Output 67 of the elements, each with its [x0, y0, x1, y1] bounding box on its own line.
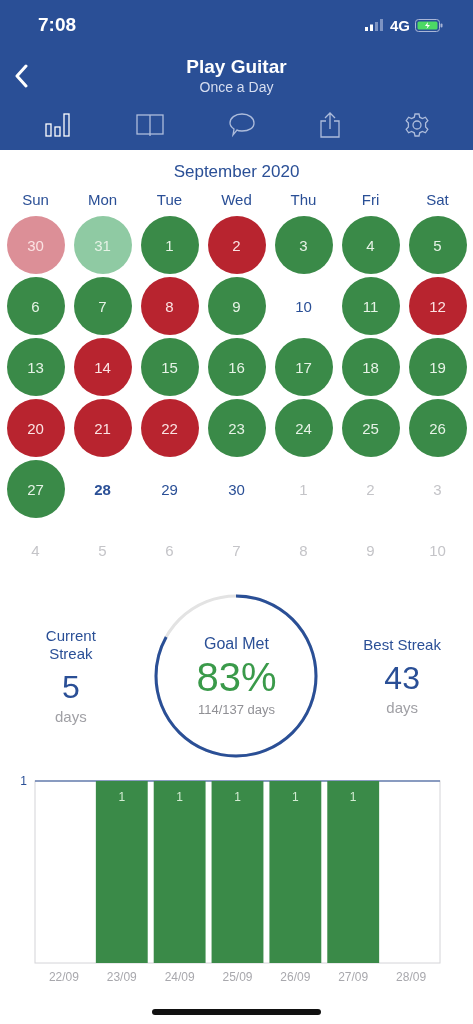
- calendar-day[interactable]: 30: [6, 216, 65, 274]
- calendar-day[interactable]: 24: [274, 399, 333, 457]
- calendar-day[interactable]: 27: [6, 460, 65, 518]
- x-axis-label: 27/09: [338, 970, 369, 983]
- calendar-day[interactable]: 12: [408, 277, 467, 335]
- goal-detail: 114/137 days: [197, 702, 276, 717]
- calendar-day[interactable]: 4: [341, 216, 400, 274]
- bar-value-label: 1: [118, 790, 126, 804]
- calendar-day[interactable]: 30: [207, 460, 266, 518]
- weekday-label: Tue: [155, 190, 184, 210]
- calendar-day[interactable]: 2: [207, 216, 266, 274]
- battery-icon: [415, 18, 443, 32]
- weekday-label: Wed: [220, 190, 253, 210]
- month-title: September 2020: [172, 162, 301, 183]
- weekday-label: Sun: [21, 190, 50, 210]
- calendar-day[interactable]: 14: [73, 338, 132, 396]
- status-time: 7:08: [38, 14, 77, 36]
- bar-value-label: 1: [234, 790, 241, 804]
- calendar-day[interactable]: 8: [140, 277, 199, 335]
- best-streak-unit: days: [385, 699, 419, 716]
- calendar-day[interactable]: 15: [140, 338, 199, 396]
- goal-percent: 83%: [196, 655, 277, 700]
- calendar-day[interactable]: 20: [6, 399, 65, 457]
- x-axis-label: 22/09: [48, 970, 79, 983]
- current-streak-unit: days: [54, 708, 88, 725]
- calendar-day[interactable]: 10: [274, 277, 333, 335]
- calendar-day[interactable]: 29: [140, 460, 199, 518]
- calendar-day[interactable]: 18: [341, 338, 400, 396]
- bar-value-label: 1: [349, 790, 357, 804]
- calendar-day[interactable]: 19: [408, 338, 467, 396]
- best-streak-label: Best Streak: [363, 636, 442, 654]
- goal-label: Goal Met: [204, 635, 269, 653]
- x-axis-label: 25/09: [222, 970, 253, 983]
- network-label: 4G: [390, 16, 410, 34]
- current-streak-label: Current Streak: [44, 627, 97, 663]
- calendar-day[interactable]: 17: [274, 338, 333, 396]
- x-axis-label: 28/09: [396, 970, 427, 983]
- calendar-day[interactable]: 7: [73, 277, 132, 335]
- weekday-label: Thu: [289, 190, 318, 210]
- habit-frequency: Once a Day: [198, 78, 275, 95]
- weekday-label: Mon: [86, 190, 119, 210]
- calendar-day[interactable]: 1: [140, 216, 199, 274]
- signal-icon: [365, 19, 385, 31]
- calendar-day[interactable]: 13: [6, 338, 65, 396]
- calendar-day[interactable]: 26: [408, 399, 467, 457]
- habit-title: Play Guitar: [186, 55, 287, 78]
- x-axis-label: 23/09: [106, 970, 137, 983]
- weekday-label: Sat: [425, 190, 450, 210]
- x-axis-label: 26/09: [280, 970, 311, 983]
- calendar-day[interactable]: 16: [207, 338, 266, 396]
- calendar-day[interactable]: 11: [341, 277, 400, 335]
- calendar-day[interactable]: 3: [274, 216, 333, 274]
- calendar-day[interactable]: 22: [140, 399, 199, 457]
- calendar-day[interactable]: 28: [73, 460, 132, 518]
- bar-value-label: 1: [176, 790, 183, 804]
- weekday-label: Fri: [360, 190, 381, 210]
- calendar-day[interactable]: 21: [73, 399, 132, 457]
- calendar-day[interactable]: 23: [207, 399, 266, 457]
- current-streak-value: 5: [60, 669, 81, 706]
- calendar-day[interactable]: 6: [6, 277, 65, 335]
- x-axis-label: 24/09: [164, 970, 195, 983]
- best-streak-value: 43: [383, 660, 421, 697]
- y-axis-label: 1: [20, 774, 27, 788]
- calendar-day[interactable]: 9: [207, 277, 266, 335]
- calendar-day[interactable]: 25: [341, 399, 400, 457]
- bar-value-label: 1: [292, 790, 299, 804]
- calendar-day[interactable]: 5: [408, 216, 467, 274]
